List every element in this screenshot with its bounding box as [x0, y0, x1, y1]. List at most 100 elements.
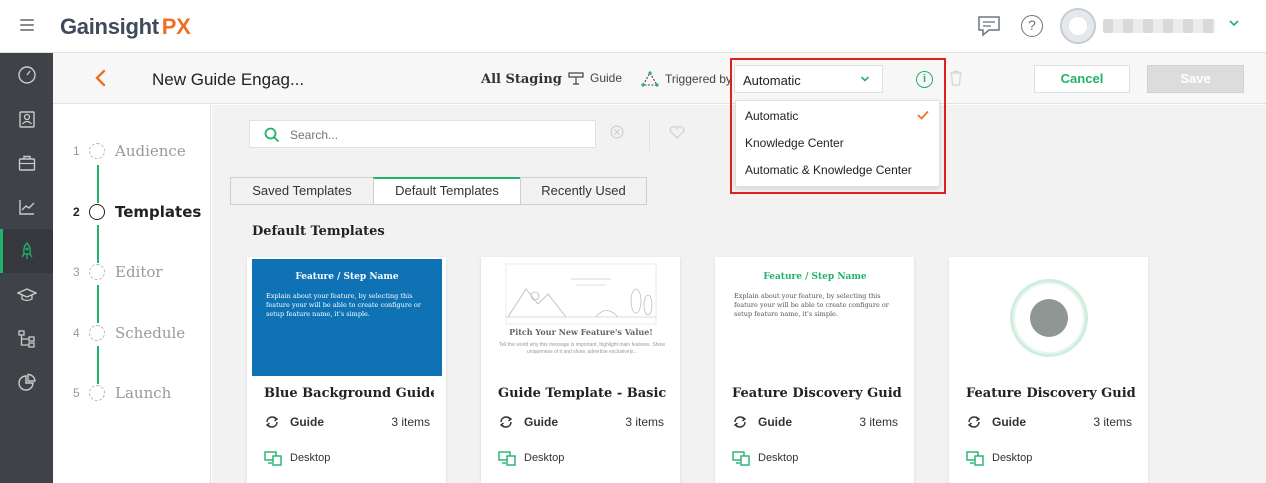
briefcase-icon [18, 155, 35, 171]
tab-default-templates[interactable]: Default Templates [373, 177, 521, 205]
info-icon[interactable]: i [916, 71, 933, 88]
card-title: Blue Background Guide T... [264, 386, 434, 401]
template-card[interactable]: Feature Discovery Guide T... Guide 3 ite… [949, 257, 1148, 483]
desktop-icon [498, 451, 516, 466]
nav-people[interactable] [0, 97, 53, 141]
card-title: Feature Discovery Guide T... [966, 386, 1136, 401]
nav-journey[interactable] [0, 317, 53, 361]
guide-cycle-icon [733, 416, 747, 428]
option-label: Automatic & Knowledge Center [745, 163, 912, 177]
step-number: 1 [73, 144, 80, 158]
clear-icon[interactable] [610, 125, 624, 139]
card-type: Guide [758, 415, 793, 429]
option-label: Automatic [745, 109, 799, 123]
step-connector [97, 225, 99, 263]
step-audience[interactable]: 1 Audience [73, 141, 186, 161]
user-name-redacted[interactable] [1103, 19, 1215, 33]
card-type: Guide [524, 415, 559, 429]
nav-dashboard[interactable] [0, 53, 53, 97]
triggered-by: Triggered by [641, 71, 732, 87]
heart-icon[interactable] [669, 125, 685, 139]
template-card[interactable]: Pitch Your New Feature's Value! Tell the… [481, 257, 680, 483]
guide-title[interactable]: New Guide Engag... [152, 70, 304, 90]
template-thumbnail: Pitch Your New Feature's Value! Tell the… [486, 259, 676, 376]
search-input[interactable] [290, 125, 580, 145]
step-connector [97, 165, 99, 203]
help-icon[interactable]: ? [1021, 15, 1043, 37]
card-count: 3 items [859, 415, 898, 429]
card-type: Guide [290, 415, 325, 429]
divider [649, 119, 650, 151]
trigger-icon [641, 71, 659, 87]
card-meta: Guide 3 items [732, 414, 898, 430]
search-box[interactable] [249, 120, 596, 148]
guide-cycle-icon [499, 416, 513, 428]
dropdown-option-automatic[interactable]: Automatic [736, 101, 939, 128]
step-connector [97, 346, 99, 384]
step-label: Audience [115, 142, 186, 160]
hamburger-icon[interactable] [20, 19, 34, 31]
guide-type-label: Guide [590, 71, 623, 85]
chat-icon[interactable] [977, 15, 1001, 37]
desktop-icon [264, 451, 282, 466]
chevron-down-icon[interactable] [1228, 17, 1240, 29]
template-card[interactable]: Feature / Step Name Explain about your f… [715, 257, 914, 483]
save-button[interactable]: Save [1147, 65, 1244, 93]
guide-type: Guide [568, 71, 622, 85]
step-schedule[interactable]: 4 Schedule [73, 323, 185, 343]
thumbnail-heading: Feature / Step Name [295, 272, 399, 282]
step-label: Schedule [115, 324, 186, 342]
nav-analytics[interactable] [0, 185, 53, 229]
line-chart-icon [18, 200, 34, 215]
card-count: 3 items [391, 415, 430, 429]
template-thumbnail [954, 259, 1144, 376]
avatar[interactable] [1060, 8, 1096, 44]
step-templates[interactable]: 2 Templates [73, 202, 201, 222]
beacon-icon [1010, 279, 1088, 357]
search-icon [264, 127, 280, 143]
triggered-by-label: Triggered by [665, 72, 732, 86]
nav-reports[interactable] [0, 361, 53, 405]
card-count: 3 items [625, 415, 664, 429]
nav-products[interactable] [0, 141, 53, 185]
card-count: 3 items [1093, 415, 1132, 429]
contact-card-icon [18, 111, 35, 128]
tab-recently-used[interactable]: Recently Used [520, 177, 647, 205]
card-meta: Guide 3 items [966, 414, 1132, 430]
trigger-select-value: Automatic [743, 73, 801, 88]
section-title: Default Templates [252, 224, 385, 239]
step-dot [89, 325, 105, 341]
dropdown-option-knowledge-center[interactable]: Knowledge Center [736, 128, 939, 155]
thumbnail-body: Explain about your feature, by selecting… [266, 292, 421, 318]
guide-cycle-icon [967, 416, 981, 428]
wizard-steps: 1 Audience 2 Templates 3 Editor 4 Schedule 5… [53, 105, 211, 483]
cancel-button[interactable]: Cancel [1034, 65, 1130, 93]
template-card[interactable]: Feature / Step Name Explain about your f… [247, 257, 446, 483]
template-tabs: Saved Templates Default Templates Recent… [230, 177, 647, 205]
step-connector [97, 285, 99, 323]
device-label: Desktop [290, 452, 331, 464]
back-arrow-icon[interactable] [93, 69, 109, 87]
card-meta: Guide 3 items [264, 414, 430, 430]
card-meta: Guide 3 items [498, 414, 664, 430]
gauge-icon [17, 66, 36, 84]
nav-engagements[interactable] [0, 229, 53, 273]
trash-icon[interactable] [949, 70, 963, 86]
template-thumbnail: Feature / Step Name Explain about your f… [252, 259, 442, 376]
step-launch[interactable]: 5 Launch [73, 383, 171, 403]
left-sidebar [0, 53, 53, 483]
step-dot [89, 385, 105, 401]
step-dot [89, 143, 105, 159]
trigger-select[interactable]: Automatic [734, 65, 883, 93]
thumbnail-body: Explain about your feature, by selecting… [734, 292, 889, 318]
step-editor[interactable]: 3 Editor [73, 262, 163, 282]
logo-name: Gainsight [60, 14, 159, 39]
option-label: Knowledge Center [745, 136, 844, 150]
tab-saved-templates[interactable]: Saved Templates [230, 177, 374, 205]
app-logo[interactable]: Gainsight PX [60, 14, 191, 40]
nav-knowledge[interactable] [0, 273, 53, 317]
logo-suffix: PX [161, 14, 191, 39]
dropdown-option-automatic-and-knowledge-center[interactable]: Automatic & Knowledge Center [736, 155, 939, 182]
step-number: 3 [73, 265, 80, 279]
environment-label: All Staging [481, 72, 562, 87]
